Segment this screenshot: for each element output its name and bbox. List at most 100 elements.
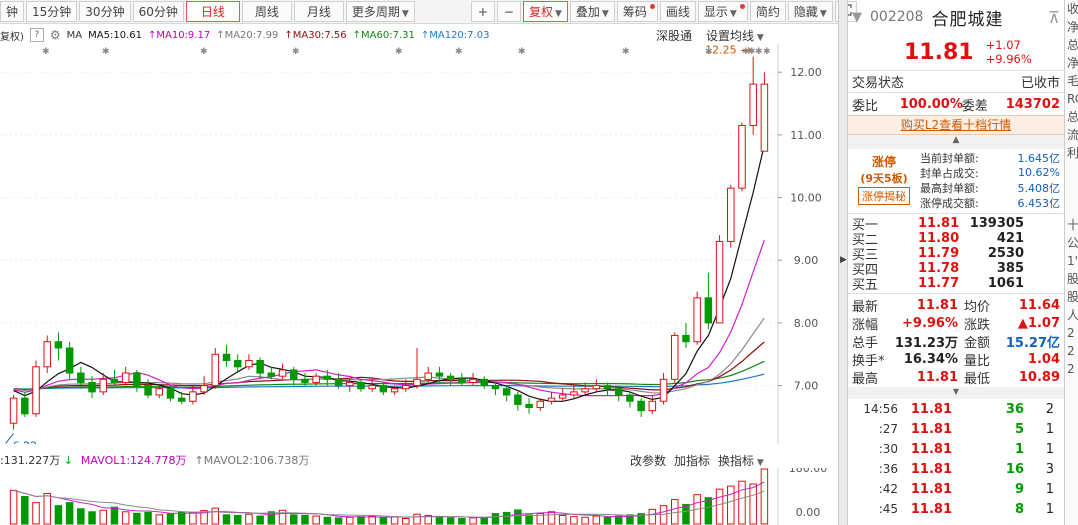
collapse-up-icon[interactable]: ▲ — [848, 135, 1064, 149]
stat-row: 换手* 16.34% 量比 1.04 — [852, 350, 1060, 369]
event-star-icon: ✱ — [755, 47, 763, 57]
tick-price: 11.81 — [910, 501, 952, 517]
mavol2-value: ↑MAVOL2:106.738万 — [195, 452, 310, 468]
collapse-arrow-icon[interactable]: ▶ — [840, 255, 847, 265]
candle-body — [547, 397, 556, 402]
candle-body — [43, 341, 51, 368]
kline-chart[interactable]: 12.0011.0010.009.008.007.00 12.256.22✱✱✱… — [0, 44, 836, 444]
help-icon[interactable]: ? — [29, 28, 44, 42]
add-indicator-link[interactable]: 加指标 — [674, 452, 710, 469]
candle-body — [525, 403, 533, 409]
swap-indicator-dropdown[interactable]: 换指标 ▼ — [718, 452, 764, 469]
tick-row: :27 11.81 5 1 — [852, 419, 1060, 439]
simple-mode-button[interactable]: 简约 — [749, 1, 786, 22]
volume-bar — [727, 485, 735, 525]
overlay-label: 叠加 — [575, 5, 600, 19]
y-tick-label: 9.00 — [794, 254, 819, 267]
volume-chart[interactable]: 180.00 0.00 — [0, 468, 836, 525]
candle-body — [603, 385, 612, 390]
limit-stat-value: 6.453亿 — [1017, 196, 1061, 210]
period-30min[interactable]: 30分钟 — [79, 1, 131, 22]
period-weekly[interactable]: 周线 — [241, 1, 292, 22]
dropdown-arrow-icon[interactable]: ▼ — [852, 10, 862, 25]
candles — [9, 56, 769, 430]
stat-value: 11.81 — [916, 297, 958, 313]
arrow-up-icon: ↑ — [216, 29, 225, 41]
display-dropdown[interactable]: 显示 ▼ — [697, 1, 748, 22]
period-monthly[interactable]: 月线 — [293, 1, 344, 22]
bid-volume: 139305 — [969, 216, 1024, 231]
tick-price: 11.81 — [910, 401, 952, 417]
volume-bar — [290, 514, 298, 525]
change-params-link[interactable]: 改参数 — [630, 452, 666, 469]
quote-stats: 最新 11.81 均价 11.64 涨幅 +9.96% 涨跌 ▲1.07 总手 131.23万 金额… — [848, 294, 1064, 387]
period-daily[interactable]: 日线 — [185, 1, 240, 22]
candle-body — [424, 372, 432, 380]
notification-dot-icon — [739, 4, 745, 9]
bid-label: 买五 — [852, 278, 879, 293]
hide-dropdown[interactable]: 隐藏 ▼ — [787, 1, 833, 22]
zoom-in-button[interactable]: + — [470, 1, 495, 22]
ma20-text: MA20:7.99 — [224, 29, 279, 41]
tick-count: 1 — [1045, 501, 1054, 517]
candle-body — [446, 375, 455, 380]
side-panel-label: 股 — [1067, 272, 1078, 286]
volume-bar — [446, 517, 455, 525]
limit-stat-row: 封单占成交: 10.62% — [920, 165, 1064, 180]
volume-bar — [760, 468, 769, 525]
tick-time: :36 — [878, 462, 898, 476]
candle-body — [558, 394, 567, 399]
ma-settings-dropdown[interactable]: 设置均线 ▼ — [706, 27, 764, 44]
volume-bar — [233, 514, 242, 525]
volume-bar — [32, 502, 40, 525]
weicha-label: 委差 — [961, 98, 988, 114]
hk-connect-link[interactable]: 深股通 — [656, 27, 692, 44]
side-panel-label: 公 — [1067, 236, 1078, 250]
panel-splitter[interactable]: ▶ — [838, 0, 848, 525]
chips-button[interactable]: 筹码 — [616, 1, 658, 22]
gear-icon[interactable]: ⚙ — [50, 28, 61, 42]
candle-body — [211, 353, 220, 387]
candle-body — [592, 385, 601, 390]
tick-volume: 16 — [1005, 461, 1024, 477]
volume-bar — [671, 499, 679, 525]
buy-l2-link[interactable]: 购买L2查看十档行情 — [848, 115, 1064, 135]
limit-stat-label: 最高封单额: — [920, 181, 979, 195]
zoom-out-button[interactable]: − — [496, 1, 521, 22]
limit-up-secret-button[interactable]: 涨停揭秘 — [858, 187, 910, 205]
stat-value: +9.96% — [902, 315, 958, 331]
limit-stat-value: 1.645亿 — [1017, 151, 1061, 165]
candle-body — [245, 360, 253, 368]
stock-name: 合肥城建 — [931, 9, 1004, 30]
period-60min[interactable]: 60分钟 — [132, 1, 184, 22]
volume-bar — [357, 516, 365, 525]
tick-volume: 9 — [1014, 481, 1024, 497]
volume-bar — [346, 516, 354, 525]
candle-body — [301, 378, 309, 383]
overlay-dropdown[interactable]: 叠加 ▼ — [569, 1, 615, 22]
side-panel-label: 人 — [1067, 308, 1078, 322]
volume-bar — [570, 516, 578, 525]
tick-volume: 5 — [1014, 421, 1024, 437]
candle-body — [648, 400, 657, 412]
chips-label: 筹码 — [622, 5, 647, 19]
volume-bar — [110, 506, 119, 525]
chevron-down-icon: ▼ — [401, 9, 409, 19]
period-15min[interactable]: 15分钟 — [26, 1, 78, 22]
fuquan-dropdown[interactable]: 复权 ▼ — [522, 1, 568, 22]
candle-body — [110, 378, 119, 383]
period-1min[interactable]: 钟 — [0, 1, 25, 22]
stat-row: 总手 131.23万 金额 15.27亿 — [852, 332, 1060, 351]
tick-count: 1 — [1045, 481, 1054, 497]
candle-body — [267, 372, 276, 377]
collapse-down-icon[interactable]: ▼ — [848, 387, 1064, 399]
volume-bar — [43, 492, 51, 525]
side-panel-label: 2 — [1067, 362, 1075, 376]
candle-body — [435, 372, 444, 377]
candle-body — [256, 360, 264, 374]
pin-icon[interactable]: ⊼ — [1048, 8, 1060, 27]
period-more-dropdown[interactable]: 更多周期 ▼ — [345, 1, 415, 22]
indicator-links: 改参数 加指标 换指标 ▼ — [630, 452, 764, 469]
draw-line-button[interactable]: 画线 — [659, 1, 696, 22]
tick-count: 3 — [1045, 461, 1054, 477]
